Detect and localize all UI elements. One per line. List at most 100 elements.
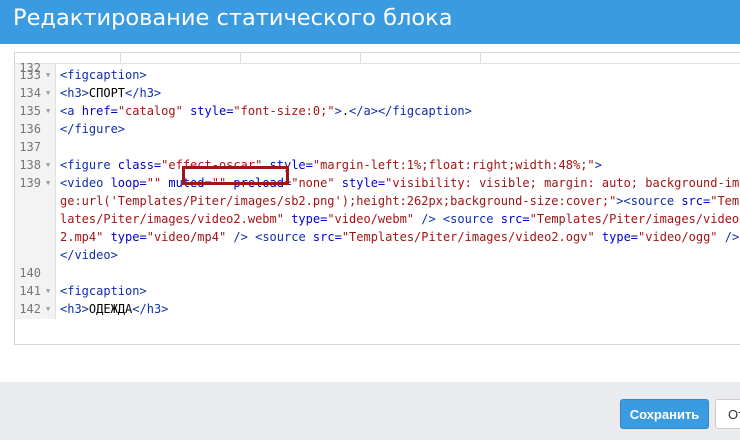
code-token: "visibility: visible; margin: auto; back… <box>385 176 740 190</box>
code-token: /> <source <box>226 230 313 244</box>
fold-arrow-icon[interactable]: ▼ <box>46 174 50 192</box>
fold-arrow-icon[interactable]: ▼ <box>46 66 50 84</box>
line-number: 141 ▼ <box>15 282 55 300</box>
line-number <box>15 192 55 210</box>
line-number-text: 136 <box>19 122 41 136</box>
code-token: src= <box>500 212 530 226</box>
code-token: style= <box>334 176 386 190</box>
cancel-button[interactable]: От <box>715 399 740 429</box>
code-token: <figcaption> <box>60 68 147 82</box>
line-number: 136 <box>15 120 55 138</box>
line-number: 142 ▼ <box>15 300 55 318</box>
code-token: </video> <box>60 248 118 262</box>
code-line[interactable]: <figcaption> <box>60 66 147 84</box>
code-token: type= <box>103 230 147 244</box>
editor-status-bar <box>14 319 740 345</box>
code-token: "catalog" <box>117 104 183 118</box>
line-number: 139 ▼ <box>15 174 55 192</box>
code-token: style= <box>182 104 234 118</box>
code-token: <h3> <box>60 86 89 100</box>
code-token: "video/webm" <box>327 212 415 226</box>
dialog-title: Редактирование статического блока <box>13 5 453 31</box>
code-token: "none" <box>291 176 335 190</box>
code-line[interactable]: <figcaption> <box>60 282 147 300</box>
code-token: > <box>334 104 342 118</box>
line-number <box>15 246 55 264</box>
fold-arrow-icon[interactable]: ▼ <box>46 300 50 318</box>
save-button[interactable]: Сохранить <box>620 399 709 429</box>
toolbar-divider <box>360 53 361 63</box>
line-number-text: 134 <box>19 86 41 100</box>
code-line[interactable]: lates/Piter/images/video2.webm" type="vi… <box>60 210 739 228</box>
editor-toolbar <box>15 53 740 64</box>
code-token: "Templates/Piter/images/video <box>529 212 740 226</box>
code-line[interactable]: ge:url('Templates/Piter/images/sb2.png')… <box>60 192 740 210</box>
code-token: type= <box>594 230 639 244</box>
code-editor[interactable]: 132 133 ▼ 134 ▼ 135 ▼ 136 137 138 ▼ 139 ▼ 140 141 ▼ 142 ▼… <box>14 52 740 320</box>
line-number-gutter: 132 133 ▼ 134 ▼ 135 ▼ 136 137 138 ▼ 139 ▼ 140 141 ▼ 142 ▼ <box>15 61 56 319</box>
code-area[interactable]: <figcaption> <h3>СПОРТ</h3> <a href="catal… <box>56 64 740 319</box>
line-number-text: 141 <box>19 284 41 298</box>
code-token: СПОРТ <box>88 86 126 100</box>
code-line[interactable]: </video> <box>60 246 118 264</box>
code-token: <figure <box>60 158 118 172</box>
code-token: "Templ <box>710 194 740 208</box>
code-token: /> <box>717 230 740 244</box>
code-token: </a></figcaption> <box>349 104 472 118</box>
code-token: <figcaption> <box>60 284 147 298</box>
code-token: </h3> <box>132 302 169 316</box>
code-token: type= <box>283 212 328 226</box>
code-token: /> <source <box>414 212 501 226</box>
code-token: . <box>341 104 350 118</box>
code-token: </figure> <box>60 122 126 136</box>
toolbar-divider <box>120 53 121 63</box>
code-token: "font-size:0;" <box>233 104 335 118</box>
fold-arrow-icon[interactable]: ▼ <box>46 156 50 174</box>
code-token: class= <box>117 158 162 172</box>
code-token: 2.mp4" <box>60 230 104 244</box>
code-token: "margin-left:1%;float:right;width:48%;" <box>312 158 595 172</box>
line-number <box>15 210 55 228</box>
dialog-body: 132 133 ▼ 134 ▼ 135 ▼ 136 137 138 ▼ 139 ▼ 140 141 ▼ 142 ▼… <box>0 44 740 382</box>
line-number: 140 <box>15 264 55 282</box>
code-token: ><source <box>616 194 682 208</box>
code-token: ge:url('Templates/Piter/images/sb2.png')… <box>60 194 617 208</box>
code-line[interactable]: <video loop="" muted="" preload="none" s… <box>60 174 740 192</box>
code-token: "video/ogg" <box>638 230 718 244</box>
code-line[interactable]: <h3>ОДЕЖДА</h3> <box>60 300 168 318</box>
code-line[interactable]: 2.mp4" type="video/mp4" /> <source src="… <box>60 228 739 246</box>
line-number-text: 135 <box>19 104 41 118</box>
code-token: loop= <box>110 176 147 190</box>
code-token: </h3> <box>125 86 162 100</box>
line-number-text: 140 <box>19 266 41 280</box>
line-number: 134 ▼ <box>15 84 55 102</box>
code-token: > <box>594 158 602 172</box>
line-number-text: 139 <box>19 176 41 190</box>
code-line[interactable]: </figure> <box>60 120 125 138</box>
toolbar-divider <box>240 53 241 63</box>
line-number <box>15 228 55 246</box>
line-number-text: 142 <box>19 302 41 316</box>
line-number-text: 138 <box>19 158 41 172</box>
code-line[interactable]: <figure class="effect-oscar" style="marg… <box>60 156 602 174</box>
code-token: lates/Piter/images/video2.webm" <box>60 212 284 226</box>
code-token: "video/mp4" <box>146 230 227 244</box>
fold-arrow-icon[interactable]: ▼ <box>46 282 50 300</box>
line-number: 135 ▼ <box>15 102 55 120</box>
code-token: <video <box>60 176 111 190</box>
line-number: 137 <box>15 138 55 156</box>
code-token: src= <box>312 230 342 244</box>
fold-arrow-icon[interactable]: ▼ <box>46 84 50 102</box>
code-token: ОДЕЖДА <box>88 302 133 316</box>
code-token: "" <box>146 176 162 190</box>
line-number-text: 133 <box>19 68 41 82</box>
code-line[interactable]: <a href="catalog" style="font-size:0;">.… <box>60 102 472 120</box>
toolbar-divider <box>480 53 481 63</box>
code-token: href= <box>81 104 118 118</box>
code-line[interactable]: <h3>СПОРТ</h3> <box>60 84 161 102</box>
code-token: <a <box>60 104 82 118</box>
fold-arrow-icon[interactable]: ▼ <box>46 102 50 120</box>
code-token: src= <box>681 194 711 208</box>
line-number: 133 ▼ <box>15 66 55 84</box>
dialog-header: Редактирование статического блока <box>0 0 740 44</box>
